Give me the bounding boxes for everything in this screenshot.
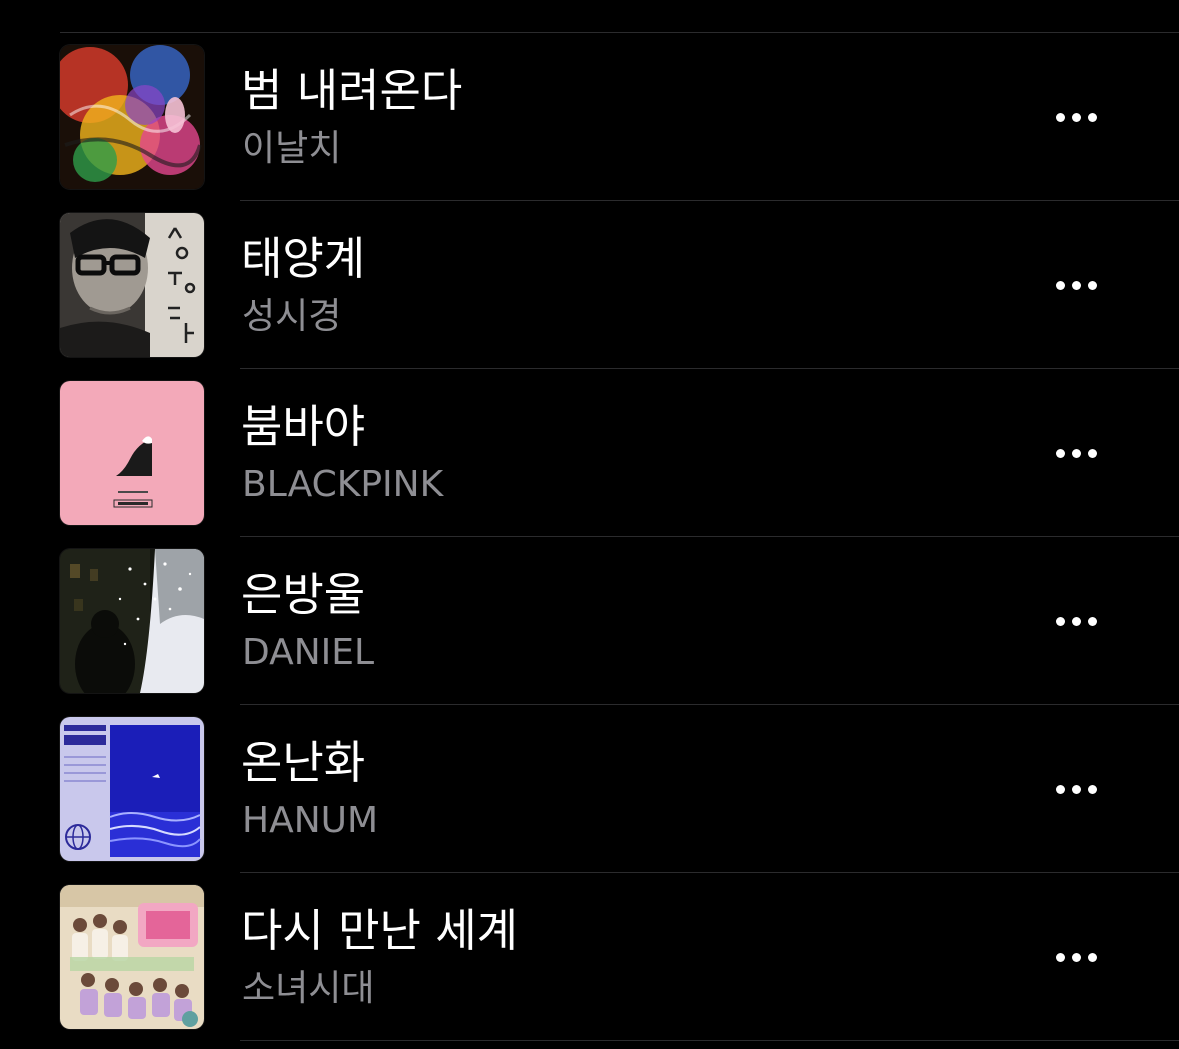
ellipsis-icon xyxy=(1055,112,1065,122)
song-title: 다시 만난 세계 xyxy=(241,904,519,957)
song-title: 태양계 xyxy=(241,232,366,285)
more-options-button[interactable] xyxy=(1040,95,1112,139)
song-row[interactable]: 붐바야 BLACKPINK xyxy=(0,369,1179,537)
album-art-colorful-tiger xyxy=(60,45,204,189)
song-title: 붐바야 xyxy=(241,400,366,453)
song-row[interactable]: 범 내려온다 이날치 xyxy=(0,33,1179,201)
song-row[interactable]: 온난화 HANUM xyxy=(0,705,1179,873)
ellipsis-icon xyxy=(1055,448,1065,458)
album-art-blackpink-pink xyxy=(60,381,204,525)
album-art-snowy-night xyxy=(60,549,204,693)
more-options-button[interactable] xyxy=(1040,263,1112,307)
ellipsis-icon xyxy=(1055,616,1065,626)
song-artist: 소녀시대 xyxy=(242,968,375,1009)
more-options-button[interactable] xyxy=(1040,431,1112,475)
more-options-button[interactable] xyxy=(1040,599,1112,643)
album-art-blue-ocean xyxy=(60,717,204,861)
song-artist: 성시경 xyxy=(242,296,342,337)
song-row[interactable]: 은방울 DANIEL xyxy=(0,537,1179,705)
song-row[interactable]: 태양계 성시경 xyxy=(0,201,1179,369)
song-artist: DANIEL xyxy=(242,632,375,673)
row-divider xyxy=(240,1040,1179,1041)
more-options-button[interactable] xyxy=(1040,935,1112,979)
song-artist: HANUM xyxy=(242,800,379,841)
song-artist: BLACKPINK xyxy=(242,464,444,505)
ellipsis-icon xyxy=(1055,784,1065,794)
more-options-button[interactable] xyxy=(1040,767,1112,811)
song-list: 범 내려온다 이날치 태양계 성시경 붐바야 BLACKPINK 은방울 DAN… xyxy=(0,33,1179,1041)
song-row[interactable]: 다시 만난 세계 소녀시대 xyxy=(0,873,1179,1041)
song-title: 은방울 xyxy=(241,568,366,621)
song-title: 범 내려온다 xyxy=(241,64,463,117)
song-title: 온난화 xyxy=(241,736,366,789)
album-art-sung-si-kyung-portrait xyxy=(60,213,204,357)
ellipsis-icon xyxy=(1055,280,1065,290)
ellipsis-icon xyxy=(1055,952,1065,962)
album-art-snsd-collage xyxy=(60,885,204,1029)
song-artist: 이날치 xyxy=(242,128,342,169)
